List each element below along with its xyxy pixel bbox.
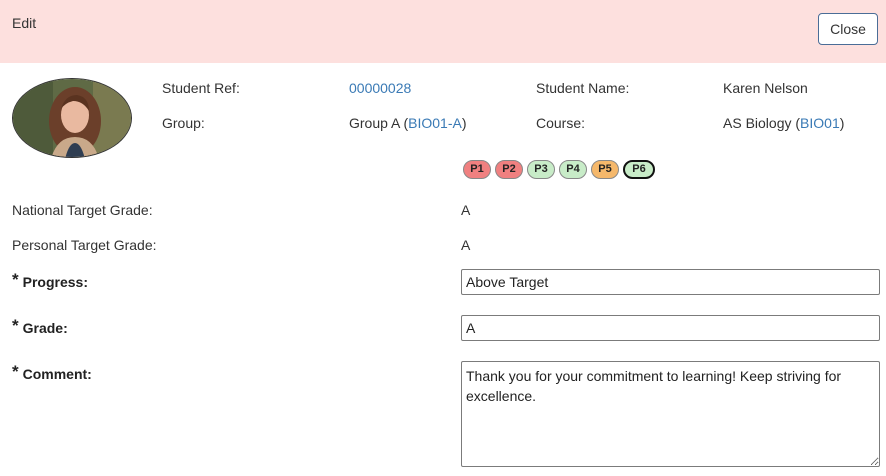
grade-input[interactable]: [461, 315, 880, 341]
progress-label: * Progress:: [12, 270, 88, 292]
comment-label-text: Comment:: [22, 366, 92, 382]
period-p1[interactable]: P1: [463, 160, 491, 179]
student-ref-label: Student Ref:: [162, 80, 240, 96]
comment-label: * Comment:: [12, 362, 92, 384]
required-marker: *: [12, 270, 19, 289]
group-close-paren: ): [461, 115, 467, 131]
period-p3[interactable]: P3: [527, 160, 555, 179]
period-p5[interactable]: P5: [591, 160, 619, 179]
period-selector: P1 P2 P3 P4 P5 P6: [463, 160, 655, 179]
group-code-link[interactable]: BIO01-A: [408, 115, 462, 131]
group-label: Group:: [162, 115, 205, 131]
national-target-grade-label: National Target Grade:: [12, 202, 153, 218]
course-close-paren: ): [839, 115, 845, 131]
student-photo-image: [13, 79, 131, 157]
close-button[interactable]: Close: [818, 13, 878, 45]
national-target-grade-value: A: [461, 202, 471, 218]
progress-label-text: Progress:: [22, 274, 88, 290]
course-value: AS Biology (BIO01): [723, 115, 844, 131]
period-p4[interactable]: P4: [559, 160, 587, 179]
comment-textarea[interactable]: Thank you for your commitment to learnin…: [461, 361, 880, 467]
student-name-value: Karen Nelson: [723, 80, 808, 96]
required-marker: *: [12, 316, 19, 335]
course-code-link[interactable]: BIO01: [800, 115, 840, 131]
dialog-header: Edit Close: [0, 0, 886, 63]
personal-target-grade-label: Personal Target Grade:: [12, 237, 157, 253]
student-photo: [12, 78, 132, 158]
student-name-label: Student Name:: [536, 80, 630, 96]
grade-label-text: Grade:: [22, 320, 68, 336]
personal-target-grade-value: A: [461, 237, 471, 253]
group-value: Group A (BIO01-A): [349, 115, 467, 131]
student-ref-link[interactable]: 00000028: [349, 80, 411, 96]
group-name: Group A (: [349, 115, 409, 131]
period-p6[interactable]: P6: [623, 160, 655, 179]
course-name: AS Biology (: [723, 115, 801, 131]
dialog-title: Edit: [12, 15, 37, 31]
course-label: Course:: [536, 115, 586, 131]
period-p2[interactable]: P2: [495, 160, 523, 179]
grade-label: * Grade:: [12, 316, 68, 338]
required-marker: *: [12, 362, 19, 381]
progress-input[interactable]: [461, 269, 880, 295]
